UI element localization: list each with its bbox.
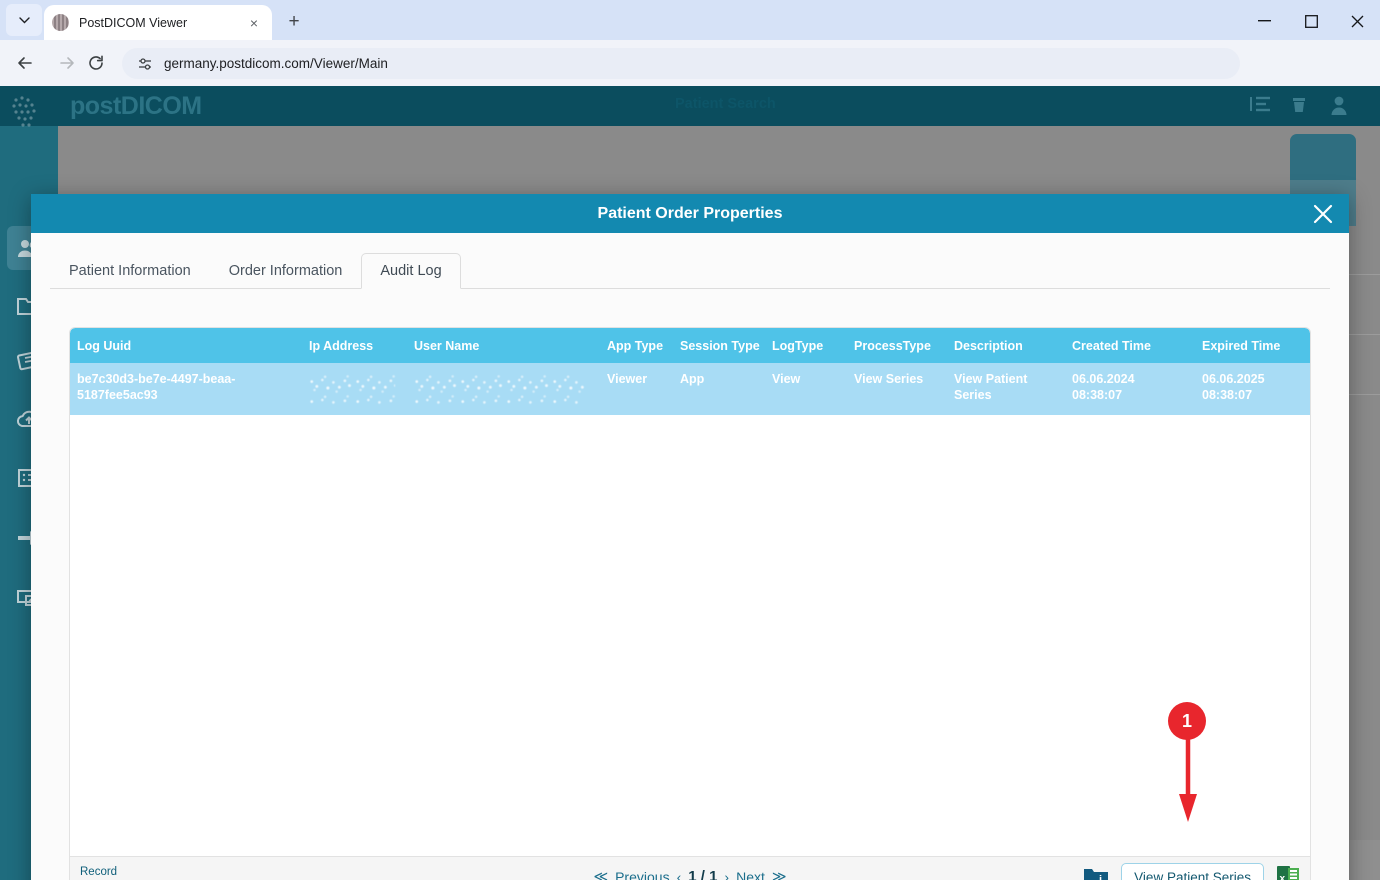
patient-search-label: Patient Search — [675, 96, 776, 112]
annotation-badge: 1 — [1168, 702, 1206, 740]
down-arrow-icon — [1179, 738, 1197, 822]
site-settings-icon[interactable] — [136, 55, 154, 73]
postdicom-logomark-icon — [6, 90, 52, 134]
url-text: germany.postdicom.com/Viewer/Main — [164, 56, 388, 71]
cell-app-type: Viewer — [600, 363, 673, 415]
table-header-row: Log Uuid Ip Address User Name App Type S… — [70, 328, 1310, 363]
previous-page-button[interactable]: Previous — [615, 869, 669, 880]
column-header-session-type[interactable]: Session Type — [673, 328, 765, 363]
close-icon[interactable] — [1309, 200, 1337, 228]
tab-close-icon[interactable]: × — [244, 13, 264, 33]
dialog-tabs: Patient Information Order Information Au… — [50, 250, 1330, 289]
dialog-body: Patient Information Order Information Au… — [31, 233, 1349, 880]
cell-log-type: View — [765, 363, 847, 415]
browser-tabstrip: PostDICOM Viewer × + — [0, 0, 1380, 40]
back-icon[interactable] — [9, 47, 41, 79]
column-header-log-uuid[interactable]: Log Uuid — [70, 328, 302, 363]
page-indicator: 1 / 1 — [688, 868, 717, 880]
patient-order-properties-dialog: Patient Order Properties Patient Informa… — [31, 194, 1349, 880]
window-maximize-button[interactable] — [1288, 6, 1334, 36]
forward-icon[interactable] — [51, 47, 83, 79]
page-content: postDICOM Patient Search — [0, 86, 1380, 880]
cell-ip-address — [302, 363, 407, 415]
tab-patient-information[interactable]: Patient Information — [50, 253, 210, 289]
tab-audit-log[interactable]: Audit Log — [361, 253, 460, 289]
dialog-title: Patient Order Properties — [598, 205, 783, 223]
background-divider — [1348, 394, 1380, 395]
cell-session-type: App — [673, 363, 765, 415]
view-patient-series-button[interactable]: View Patient Series — [1121, 863, 1264, 880]
audit-log-table: Log Uuid Ip Address User Name App Type S… — [69, 327, 1311, 857]
window-close-button[interactable] — [1334, 6, 1380, 36]
cell-created-time: 06.06.2024 08:38:07 — [1065, 363, 1195, 415]
tab-title: PostDICOM Viewer — [79, 16, 244, 30]
first-page-icon[interactable]: ≪ — [593, 868, 608, 880]
tab-order-information[interactable]: Order Information — [210, 253, 362, 289]
column-header-ip-address[interactable]: Ip Address — [302, 328, 407, 363]
column-header-user-name[interactable]: User Name — [407, 328, 600, 363]
column-header-app-type[interactable]: App Type — [600, 328, 673, 363]
background-divider — [1348, 334, 1380, 335]
cell-log-uuid: be7c30d3-be7e-4497-beaa-5187fee5ac93 — [70, 363, 302, 415]
cell-description: View Patient Series — [947, 363, 1065, 415]
column-header-description[interactable]: Description — [947, 328, 1065, 363]
redacted-value — [309, 374, 395, 404]
trash-icon[interactable] — [1288, 94, 1314, 118]
background-panel-tab — [1290, 134, 1356, 180]
app-logo: postDICOM — [70, 92, 202, 121]
browser-tab[interactable]: PostDICOM Viewer × — [44, 5, 272, 40]
redacted-value — [414, 374, 584, 404]
column-header-log-type[interactable]: LogType — [765, 328, 847, 363]
svg-text:i: i — [1099, 874, 1102, 880]
prev-page-icon[interactable]: ‹ — [677, 869, 682, 880]
next-page-icon[interactable]: › — [724, 869, 729, 880]
reload-icon[interactable] — [80, 47, 112, 79]
excel-export-icon[interactable]: x — [1276, 864, 1300, 880]
cell-user-name — [407, 363, 600, 415]
folder-info-icon[interactable]: i — [1083, 866, 1109, 880]
column-header-process-type[interactable]: ProcessType — [847, 328, 947, 363]
app-topbar: postDICOM Patient Search — [0, 86, 1380, 126]
dialog-header: Patient Order Properties — [31, 194, 1349, 233]
browser-window: PostDICOM Viewer × + — [0, 0, 1380, 880]
window-minimize-button[interactable] — [1241, 6, 1287, 36]
new-tab-button[interactable]: + — [280, 8, 308, 36]
user-icon[interactable] — [1328, 94, 1354, 118]
browser-toolbar: germany.postdicom.com/Viewer/Main Guest — [0, 40, 1380, 86]
table-footer: Record 1 (1 - 1) ≪ Previous ‹ 1 / 1 › Ne… — [69, 857, 1311, 880]
address-bar[interactable]: germany.postdicom.com/Viewer/Main — [122, 48, 1240, 79]
svg-text:x: x — [1280, 874, 1286, 880]
column-header-created-time[interactable]: Created Time — [1065, 328, 1195, 363]
tab-search-icon[interactable] — [6, 4, 42, 36]
table-footer-actions: i View Patient Series — [1083, 863, 1300, 880]
list-view-icon[interactable] — [1248, 94, 1274, 118]
column-header-expired-time[interactable]: Expired Time — [1195, 328, 1310, 363]
last-page-icon[interactable]: ≫ — [772, 868, 787, 880]
annotation-callout: 1 — [1168, 702, 1210, 822]
background-divider — [1348, 274, 1380, 275]
next-page-button[interactable]: Next — [736, 869, 765, 880]
cell-expired-time: 06.06.2025 08:38:07 — [1195, 363, 1310, 415]
cell-process-type: View Series — [847, 363, 947, 415]
globe-icon — [52, 14, 69, 31]
table-row[interactable]: be7c30d3-be7e-4497-beaa-5187fee5ac93 Vie… — [70, 363, 1310, 415]
